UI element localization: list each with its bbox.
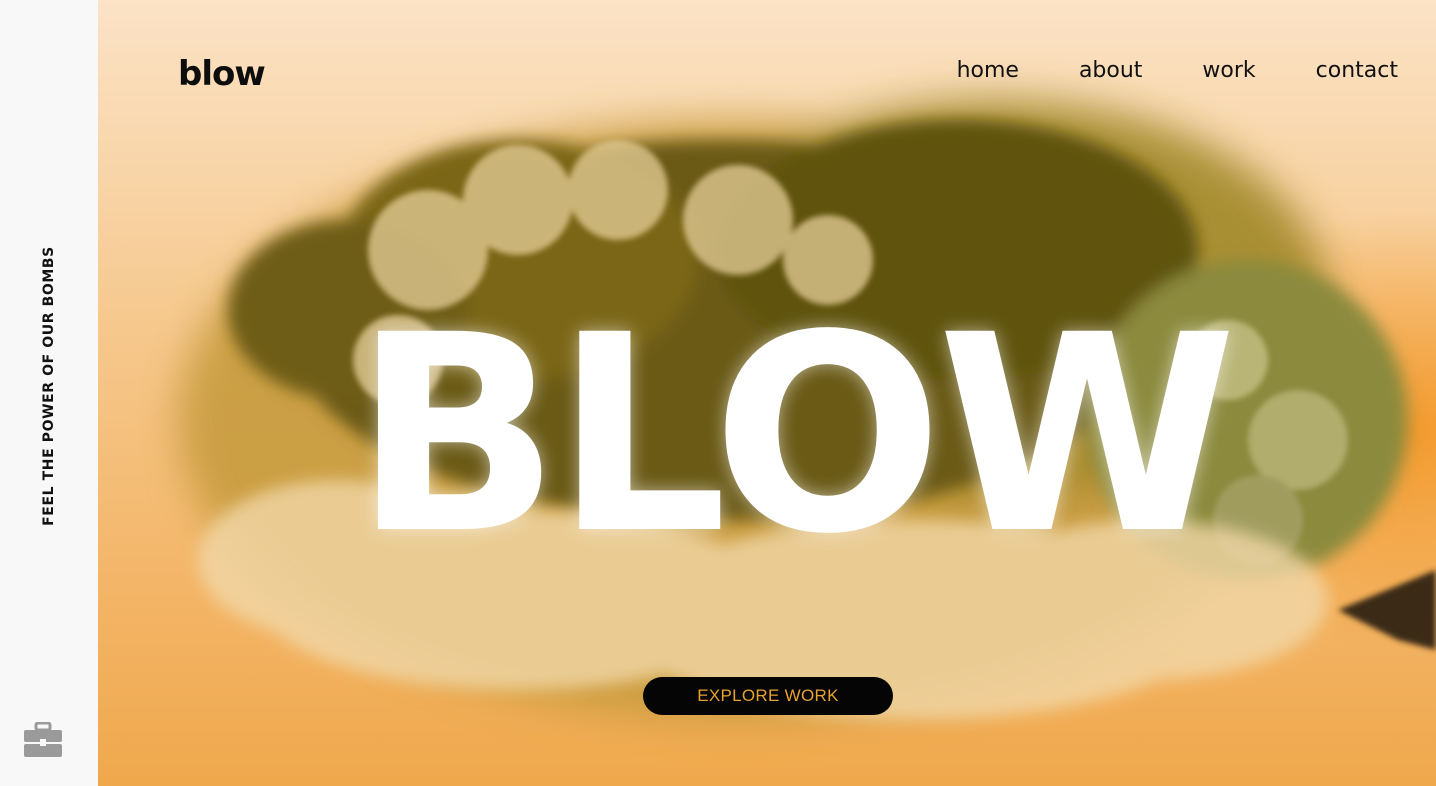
hero-section: blow home about work contact BLOW EXPLOR…: [98, 0, 1436, 786]
main-nav: home about work contact: [897, 58, 1398, 83]
explore-work-button[interactable]: EXPLORE WORK: [643, 677, 893, 715]
site-logo[interactable]: blow: [178, 54, 266, 94]
nav-item-about[interactable]: about: [1079, 58, 1142, 83]
briefcase-icon[interactable]: [23, 722, 63, 758]
sidebar: FEEL THE POWER OF OUR BOMBS: [0, 0, 98, 786]
nav-item-home[interactable]: home: [957, 58, 1019, 83]
nav-item-work[interactable]: work: [1202, 58, 1255, 83]
hero-title: BLOW: [353, 278, 1237, 594]
nav-item-contact[interactable]: contact: [1316, 58, 1398, 83]
sidebar-tagline: FEEL THE POWER OF OUR BOMBS: [41, 246, 57, 526]
